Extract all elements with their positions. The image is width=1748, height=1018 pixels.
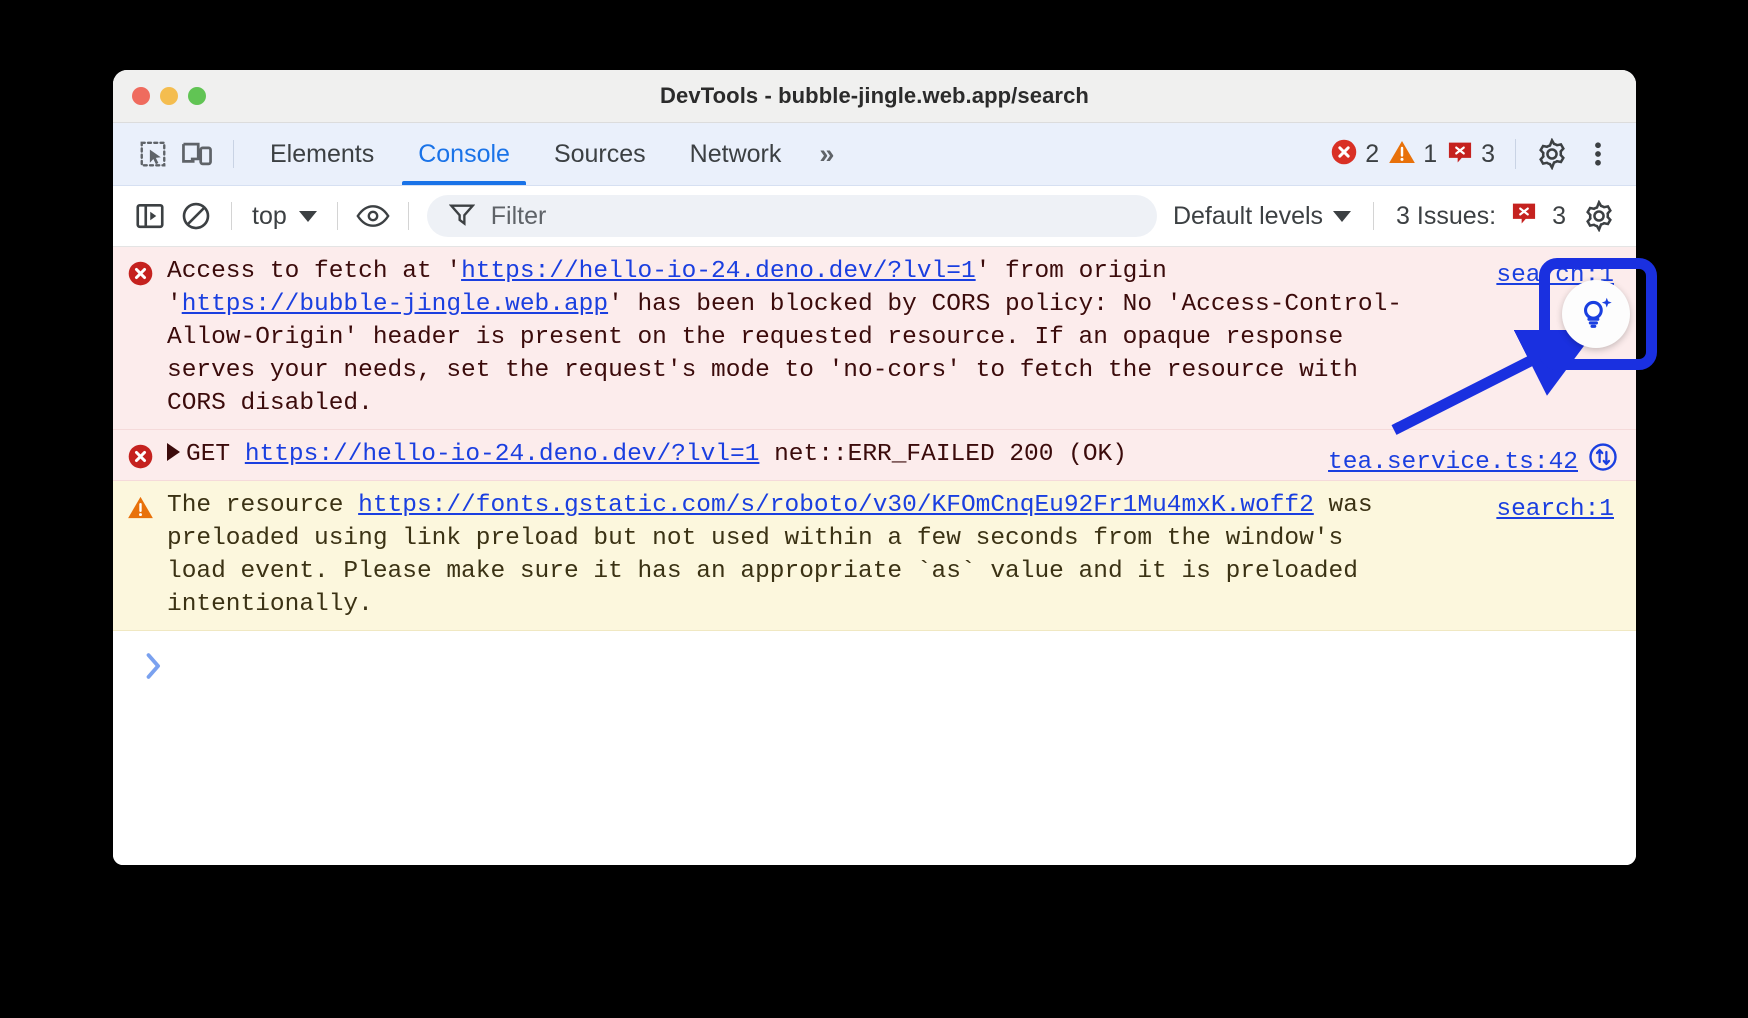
toolbar-divider-4 (1373, 202, 1374, 230)
search-input[interactable] (489, 201, 1135, 232)
warning-badge[interactable]: 1 (1388, 138, 1437, 171)
console-message-error[interactable]: Access to fetch at 'https://hello-io-24.… (113, 247, 1636, 430)
log-levels-label: Default levels (1173, 202, 1323, 231)
console-prompt[interactable] (113, 631, 1636, 691)
console-settings-icon[interactable] (1576, 195, 1622, 237)
issues-label: 3 Issues: (1396, 202, 1496, 231)
filter-icon (449, 202, 475, 231)
gear-icon[interactable] (1530, 134, 1574, 174)
toolbar-divider-3 (408, 202, 409, 230)
execution-context-value: top (252, 202, 287, 231)
warning-count: 1 (1423, 140, 1437, 169)
issue-badges: 2 1 (1330, 138, 1495, 171)
message-source-link[interactable]: search:1 (1496, 493, 1614, 526)
console-toolbar: top Default levels (113, 186, 1636, 247)
error-circle-icon (113, 255, 167, 287)
clear-console-icon[interactable] (173, 195, 219, 237)
message-link-request-url[interactable]: https://hello-io-24.deno.dev/?lvl=1 (461, 258, 976, 285)
expand-triangle-icon[interactable] (167, 443, 180, 461)
filter-box[interactable] (427, 195, 1157, 237)
tab-console[interactable]: Console (396, 123, 532, 185)
more-options-icon[interactable] (1576, 134, 1620, 174)
message-link-origin[interactable]: https://bubble-jingle.web.app (182, 291, 608, 318)
message-link-resource-url[interactable]: https://fonts.gstatic.com/s/roboto/v30/K… (358, 492, 1314, 519)
console-message-warning[interactable]: The resource https://fonts.gstatic.com/s… (113, 481, 1636, 631)
message-source-link[interactable]: tea.service.ts:42 (1328, 446, 1578, 479)
console-message-error[interactable]: GET https://hello-io-24.deno.dev/?lvl=1 … (113, 430, 1636, 481)
tabbar-right-divider (1515, 139, 1516, 169)
network-request-icon[interactable] (1588, 442, 1618, 483)
eye-icon[interactable] (350, 195, 396, 237)
log-levels-selector[interactable]: Default levels (1163, 202, 1361, 231)
error-count: 2 (1365, 140, 1379, 169)
console-messages: Access to fetch at 'https://hello-io-24.… (113, 247, 1636, 865)
console-sidebar-icon[interactable] (127, 195, 173, 237)
warning-triangle-icon (113, 489, 167, 521)
window-controls[interactable] (132, 87, 206, 105)
issues-badge[interactable]: 3 (1446, 138, 1495, 171)
tab-elements[interactable]: Elements (248, 123, 396, 185)
tab-network[interactable]: Network (668, 123, 804, 185)
device-toolbar-icon[interactable] (175, 134, 219, 174)
window-titlebar: DevTools - bubble-jingle.web.app/search (113, 70, 1636, 123)
toolbar-divider-1 (231, 202, 232, 230)
message-text: The resource https://fonts.gstatic.com/s… (167, 489, 1636, 621)
devtools-window: DevTools - bubble-jingle.web.app/search (113, 70, 1636, 865)
ask-ai-insight-button[interactable] (1562, 280, 1630, 348)
chevron-down-icon (1333, 211, 1351, 222)
message-link-request-url[interactable]: https://hello-io-24.deno.dev/?lvl=1 (245, 441, 760, 468)
lightbulb-sparkle-icon (1576, 294, 1616, 334)
error-circle-icon (113, 438, 167, 470)
error-badge[interactable]: 2 (1330, 138, 1379, 171)
message-text: Access to fetch at 'https://hello-io-24.… (167, 255, 1636, 420)
tab-sources[interactable]: Sources (532, 123, 668, 185)
message-part: Access to fetch at ' (167, 258, 461, 285)
issue-message-icon (1510, 199, 1538, 234)
tabbar-right-group: 2 1 (1330, 134, 1636, 174)
error-circle-icon (1330, 138, 1358, 171)
issues-summary[interactable]: 3 Issues: 3 (1386, 199, 1576, 234)
minimize-window-button[interactable] (160, 87, 178, 105)
prompt-chevron-icon (143, 651, 165, 686)
inspect-element-icon[interactable] (131, 134, 175, 174)
screenshot-stage: DevTools - bubble-jingle.web.app/search (0, 0, 1748, 1018)
more-tabs-button[interactable]: » (803, 123, 848, 185)
warning-triangle-icon (1388, 138, 1416, 171)
tabbar-divider (233, 140, 234, 168)
message-source-wrap: tea.service.ts:42 (1328, 442, 1618, 483)
issue-message-icon (1446, 138, 1474, 171)
chevron-down-icon (299, 211, 317, 222)
close-window-button[interactable] (132, 87, 150, 105)
message-part: GET (186, 441, 245, 468)
issues-count: 3 (1481, 140, 1495, 169)
message-part: The resource (167, 492, 358, 519)
toolbar-divider-2 (337, 202, 338, 230)
message-part: net::ERR_FAILED 200 (OK) (759, 441, 1127, 468)
panel-tabs: Elements Console Sources Network » (248, 123, 848, 185)
issues-toolbar-count: 3 (1552, 202, 1566, 231)
devtools-tabbar: Elements Console Sources Network » (113, 123, 1636, 186)
maximize-window-button[interactable] (188, 87, 206, 105)
execution-context-selector[interactable]: top (244, 202, 325, 231)
window-title: DevTools - bubble-jingle.web.app/search (660, 83, 1089, 109)
